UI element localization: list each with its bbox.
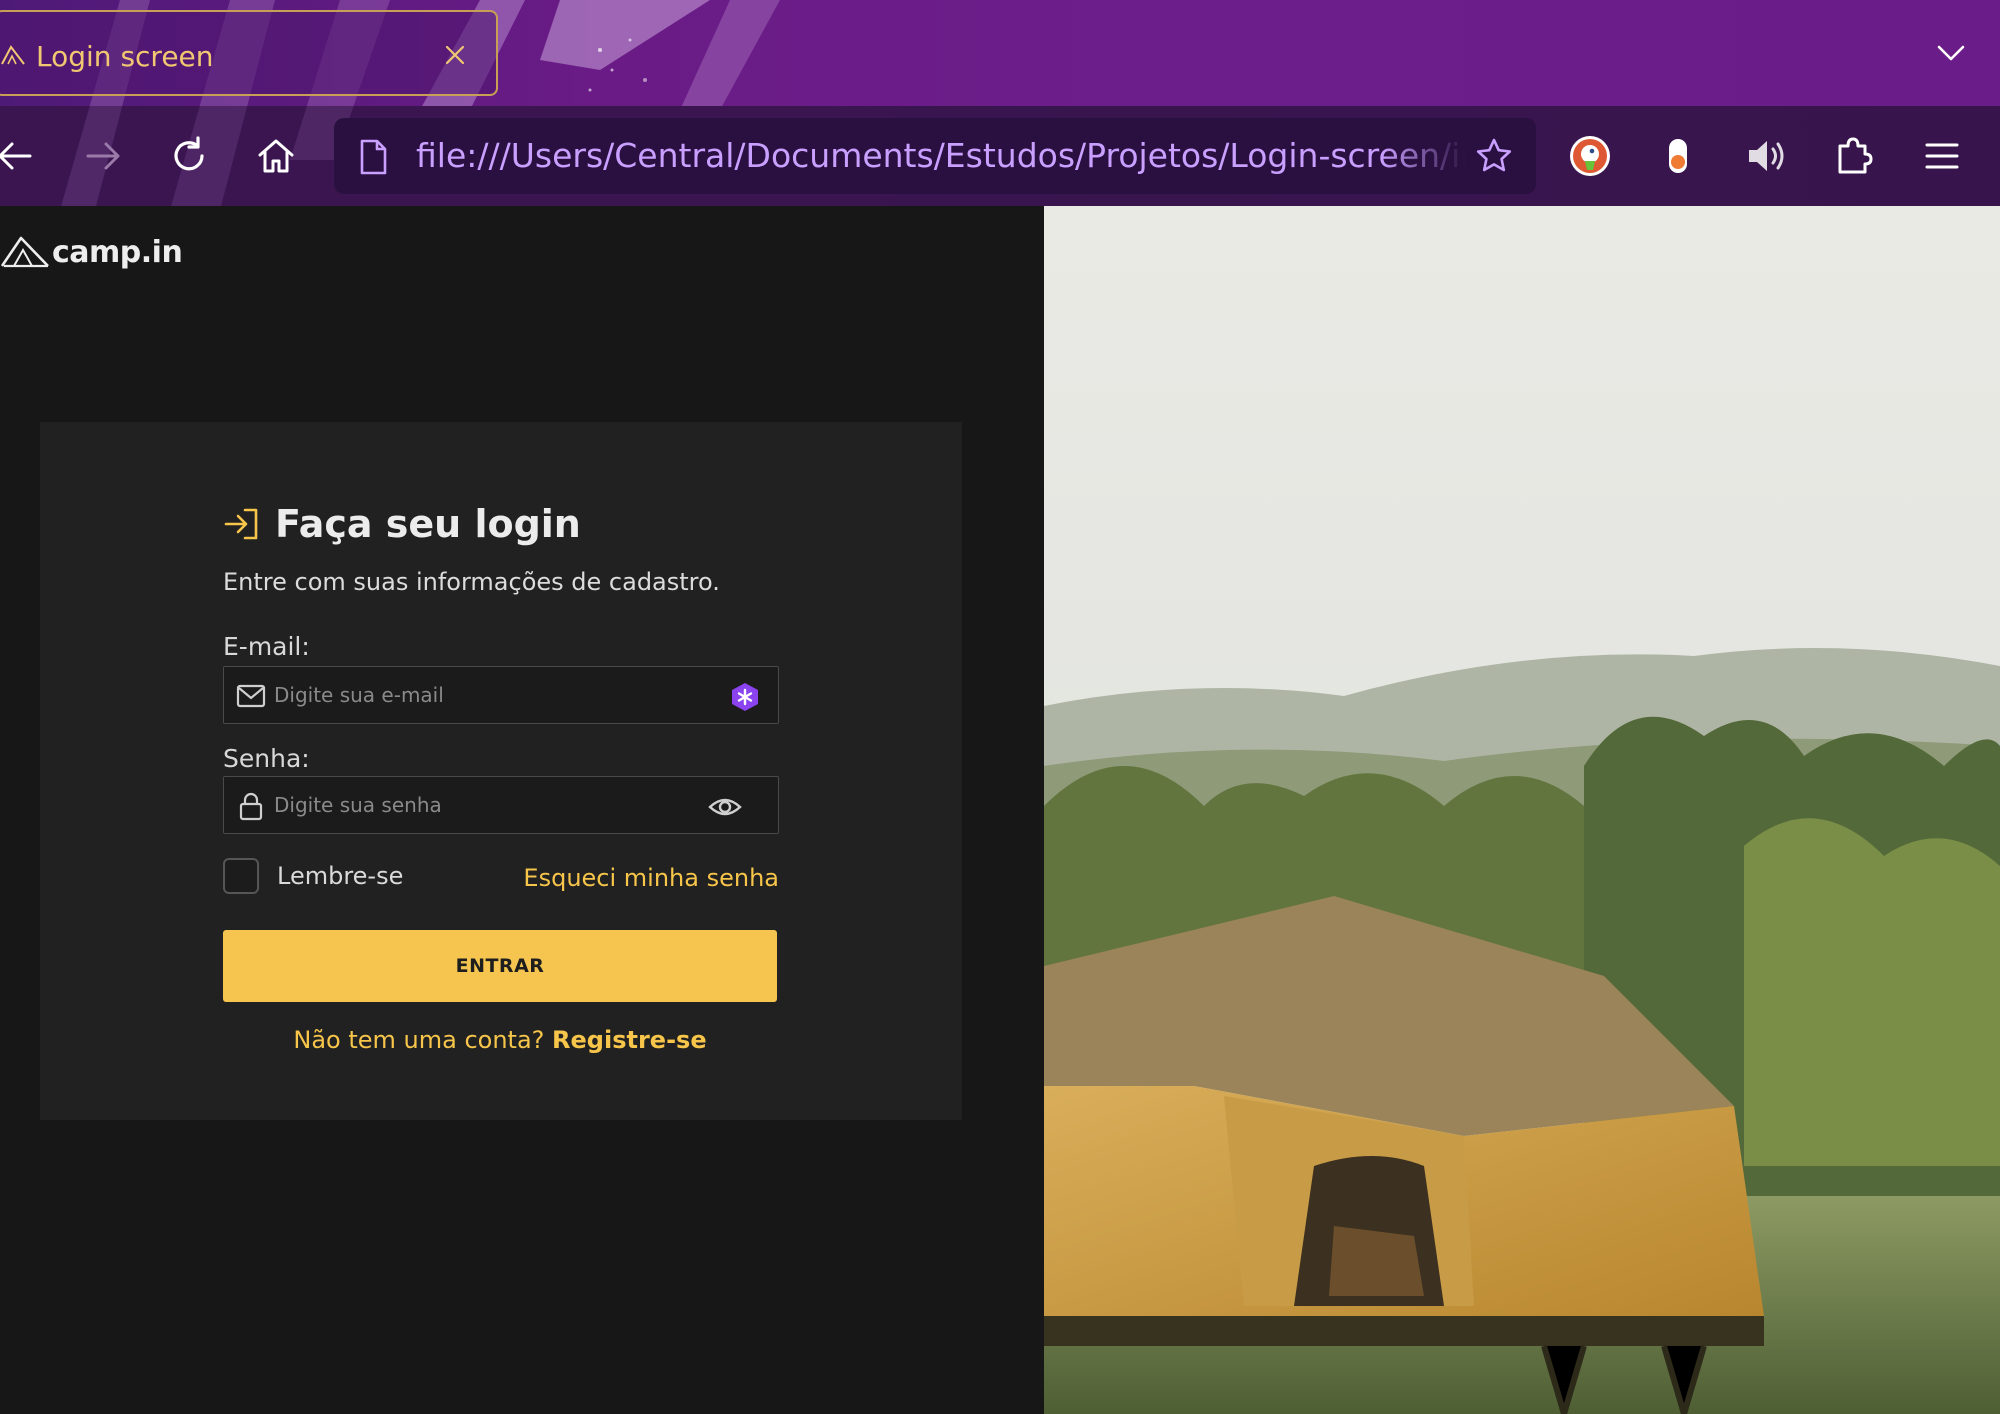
logo-text: camp.in (52, 234, 183, 270)
star-icon[interactable] (1474, 136, 1514, 176)
email-input[interactable] (274, 675, 694, 715)
navigation-toolbar: file:///Users/Central/Documents/Estudos/… (0, 106, 2000, 206)
password-input[interactable] (274, 785, 694, 825)
hero-image (1044, 206, 2000, 1414)
url-text[interactable]: file:///Users/Central/Documents/Estudos/… (416, 136, 1466, 180)
signup-prompt: Não tem uma conta? (293, 1026, 545, 1054)
password-field[interactable] (223, 776, 779, 834)
hamburger-menu-icon[interactable] (1920, 134, 1964, 178)
signup-row: Não tem uma conta? Registre-se (223, 1026, 777, 1054)
lock-icon (239, 792, 263, 821)
login-pane: camp.in Faça seu login Entre com suas in… (0, 206, 1044, 1414)
tab-strip: Login screen (0, 0, 2000, 106)
duckduckgo-icon[interactable] (1568, 134, 1612, 178)
password-label: Senha: (223, 744, 310, 773)
arrow-right-icon[interactable] (82, 134, 126, 178)
browser-window: Login screen file:///Users/Central/Docum… (0, 0, 2000, 1414)
tab-title: Login screen (36, 40, 214, 73)
login-button[interactable]: ENTRAR (223, 930, 777, 1002)
page-icon (360, 139, 387, 175)
puzzle-icon[interactable] (1832, 134, 1876, 178)
heading-row: Faça seu login (223, 502, 581, 546)
remember-label: Lembre-se (277, 862, 404, 890)
tent-logo-icon (0, 236, 49, 268)
logo[interactable]: camp.in (0, 234, 183, 270)
eye-icon[interactable] (708, 791, 742, 823)
subtitle: Entre com suas informações de cadastro. (223, 568, 720, 596)
home-icon[interactable] (254, 134, 298, 178)
password-manager-icon[interactable] (728, 681, 762, 713)
close-icon[interactable] (442, 42, 468, 68)
url-bar[interactable]: file:///Users/Central/Documents/Estudos/… (334, 118, 1536, 194)
sign-in-icon (224, 508, 258, 540)
toggle-extension-icon[interactable] (1656, 134, 1700, 178)
email-label: E-mail: (223, 632, 310, 661)
page-viewport: camp.in Faça seu login Entre com suas in… (0, 206, 2000, 1414)
page-title: Faça seu login (275, 502, 581, 546)
remember-checkbox[interactable] (223, 858, 259, 894)
camping-tent-lake-photo (1044, 206, 2000, 1414)
reload-icon[interactable] (168, 134, 212, 178)
forgot-password-link[interactable]: Esqueci minha senha (523, 864, 779, 892)
remember-me[interactable]: Lembre-se (223, 858, 403, 894)
tent-icon (1, 45, 25, 65)
tab-login-screen[interactable]: Login screen (0, 10, 498, 96)
email-field[interactable] (223, 666, 779, 724)
login-form: Faça seu login Entre com suas informaçõe… (223, 422, 779, 1120)
mail-icon (236, 684, 266, 708)
login-card: Faça seu login Entre com suas informaçõe… (40, 422, 962, 1120)
signup-link[interactable]: Registre-se (552, 1026, 707, 1054)
chevron-down-icon[interactable] (1934, 36, 1968, 70)
speaker-icon[interactable] (1744, 134, 1788, 178)
arrow-left-icon[interactable] (0, 134, 38, 178)
